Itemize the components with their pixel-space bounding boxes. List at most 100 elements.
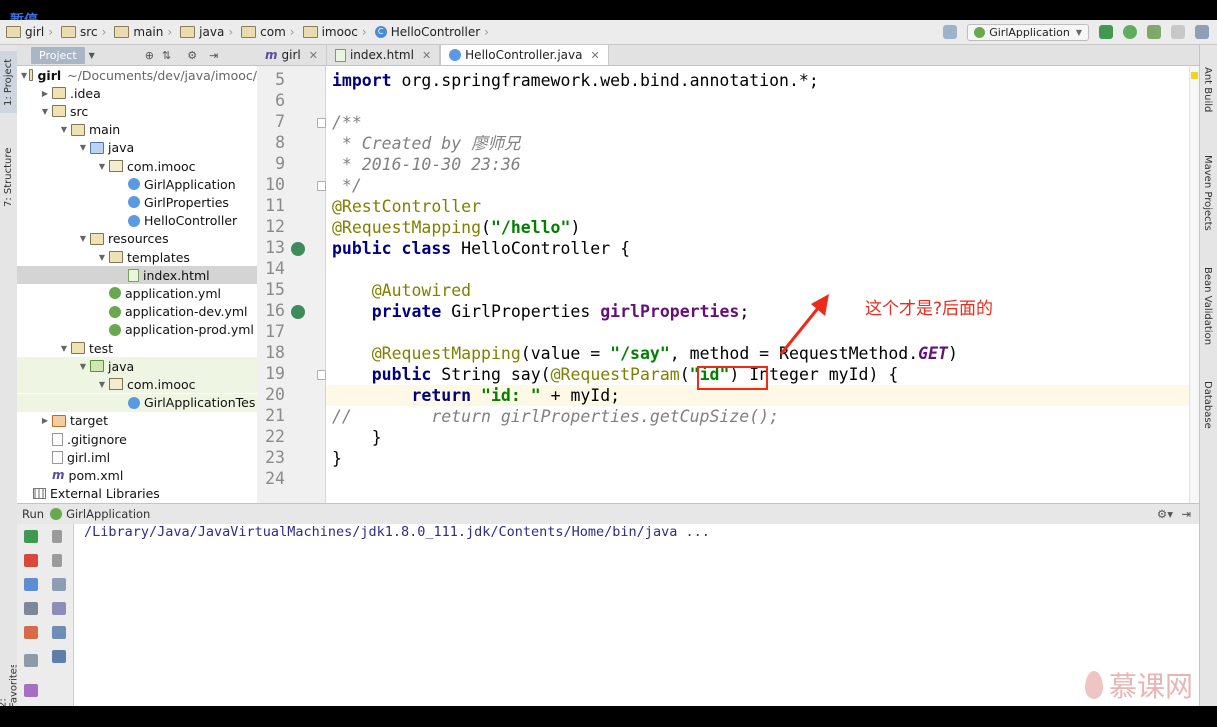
close-icon[interactable]: ✕ [590,49,599,62]
code-line[interactable]: * Created by 廖师兄 [332,133,521,154]
rerun-icon[interactable] [24,530,38,543]
ant-build-side-tab[interactable]: Ant Build [1202,67,1213,112]
editor-tab[interactable]: index.html ✕ [327,45,441,65]
close-icon[interactable]: ✕ [309,49,318,62]
tree-item[interactable]: ▶ target [17,412,257,430]
chevron-down-icon[interactable]: ▼ [89,51,95,60]
expanded-arrow-icon[interactable]: ▼ [78,143,88,152]
collapsed-arrow-icon[interactable]: ▶ [40,89,50,98]
warning-marker[interactable] [1191,72,1198,79]
stop-icon[interactable] [1171,25,1185,39]
coverage-icon[interactable] [1147,25,1161,39]
editor-tab[interactable]: m girl ✕ [257,45,327,65]
tree-item[interactable]: index.html [17,266,257,285]
tree-item[interactable]: ▼ com.imooc [17,375,257,394]
tree-item[interactable]: ▼ test [17,339,257,357]
breadcrumb-item[interactable]: girl › [6,25,57,39]
code-line[interactable]: @RequestMapping("/hello") [332,217,580,238]
expanded-arrow-icon[interactable]: ▼ [40,107,50,116]
expanded-arrow-icon[interactable]: ▼ [97,253,107,262]
breadcrumb-item[interactable]: com › [241,25,298,39]
rerun-icon[interactable] [1099,25,1113,39]
breadcrumb-item[interactable]: src › [61,25,110,39]
code-line[interactable]: public class HelloController { [332,238,630,259]
code-line[interactable]: * 2016-10-30 23:36 [332,154,521,175]
breadcrumb-item[interactable]: java › [180,25,237,39]
pause-icon[interactable] [24,578,38,591]
code-line[interactable]: @RequestMapping(value = "/say", method =… [332,343,958,364]
breadcrumb-item[interactable]: imooc › [302,25,371,39]
fold-marker-icon[interactable] [317,181,326,191]
breadcrumb-item[interactable]: C HelloController › [374,25,493,39]
expanded-arrow-icon[interactable]: ▼ [59,125,69,134]
code-line[interactable]: private GirlProperties girlProperties; [332,301,750,322]
tree-item[interactable]: ▼ templates [17,248,257,266]
tree-item[interactable]: ▼ java [17,139,257,157]
code-line[interactable]: return "id: " + myId; [332,385,620,406]
code-line[interactable]: } [332,448,342,469]
gear-icon[interactable]: ⚙ [187,49,197,62]
hide-icon[interactable]: ⇥ [209,49,218,62]
tree-item[interactable]: ▼ girl ~/Documents/dev/java/imooc/ [17,66,257,84]
layout-icon[interactable] [24,654,38,667]
structure-side-tab[interactable]: 7: Structure [0,137,17,217]
tree-item[interactable]: ▼ main [17,121,257,139]
code-line[interactable]: @Autowired [332,280,471,301]
clear-icon[interactable] [52,650,66,663]
expanded-arrow-icon[interactable]: ▼ [78,362,88,371]
project-side-tab[interactable]: 1: Project [0,51,17,113]
hide-panel-icon[interactable]: ⇥ [1181,507,1191,521]
spring-bean-icon[interactable] [291,242,305,256]
expanded-arrow-icon[interactable]: ▼ [97,162,107,171]
debug-icon[interactable] [1123,25,1137,39]
tree-item[interactable]: ▶ .idea [17,84,257,102]
tree-item[interactable]: ▼ com.imooc [17,157,257,175]
tree-item[interactable]: ▼ src [17,102,257,120]
dump-threads-icon[interactable] [24,602,38,615]
exit-icon[interactable] [24,626,38,639]
tree-item[interactable]: application-prod.yml [17,321,257,339]
soft-wrap-icon[interactable] [52,578,66,591]
run-config-name[interactable]: GirlApplication [66,507,150,521]
scroll-up-icon[interactable] [52,530,62,543]
expanded-arrow-icon[interactable]: ▼ [97,380,107,389]
favorites-side-tab[interactable]: 2: Favorites [0,665,17,706]
fold-marker-icon[interactable] [317,118,326,128]
code-line[interactable]: @RestController [332,196,481,217]
autowired-icon[interactable] [291,305,305,319]
code-line[interactable]: */ [332,175,362,196]
tree-item[interactable]: application-dev.yml [17,303,257,321]
pin-icon[interactable] [24,684,38,697]
code-editor[interactable]: import org.springframework.web.bind.anno… [326,66,1198,503]
locate-icon[interactable]: ⊕ [145,49,154,62]
code-line[interactable]: // return girlProperties.getCupSize(); [332,406,779,427]
tree-item[interactable]: ▼ java [17,357,257,376]
tree-item[interactable]: girl.iml [17,448,257,466]
build-icon[interactable] [943,25,958,39]
expanded-arrow-icon[interactable]: ▼ [59,344,69,353]
database-side-tab[interactable]: Database [1202,381,1213,429]
fold-marker-icon[interactable] [317,370,326,380]
maven-projects-side-tab[interactable]: Maven Projects [1202,155,1213,231]
tree-item[interactable]: m pom.xml [17,466,257,484]
tree-item[interactable]: GirlProperties [17,193,257,211]
expanded-arrow-icon[interactable]: ▼ [21,71,27,80]
project-structure-icon[interactable] [1195,25,1209,39]
tree-item[interactable]: GirlApplicationTes [17,393,257,412]
tree-item[interactable]: External Libraries [17,485,257,503]
tree-item[interactable]: application.yml [17,284,257,302]
stop-icon[interactable] [24,554,38,567]
expanded-arrow-icon[interactable]: ▼ [78,234,88,243]
code-line[interactable]: } [332,427,382,448]
print-icon[interactable] [52,626,66,639]
tree-item[interactable]: HelloController [17,212,257,230]
code-line[interactable]: /** [332,112,362,133]
scroll-down-icon[interactable] [52,554,62,567]
collapsed-arrow-icon[interactable]: ▶ [40,416,50,425]
collapse-icon[interactable]: ⇅ [162,49,171,62]
tree-item[interactable]: .gitignore [17,430,257,448]
bean-validation-side-tab[interactable]: Bean Validation [1202,267,1213,345]
gear-icon[interactable]: ⚙▾ [1157,507,1173,521]
code-line[interactable]: import org.springframework.web.bind.anno… [332,70,819,91]
code-line[interactable]: public String say(@RequestParam("id") In… [332,364,899,385]
